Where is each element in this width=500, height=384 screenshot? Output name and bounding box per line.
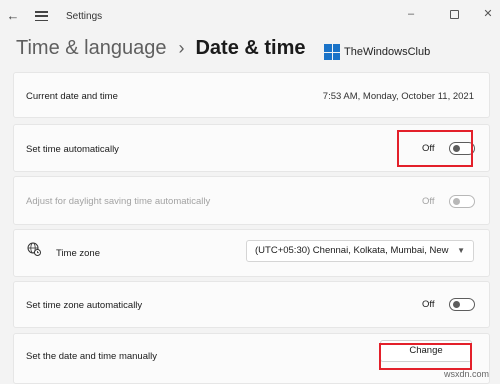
window-title: Settings	[66, 11, 103, 22]
breadcrumb-separator-icon: ›	[178, 37, 185, 58]
current-datetime-value: 7:53 AM, Monday, October 11, 2021	[322, 91, 474, 102]
set-time-zone-auto-label: Set time zone automatically	[26, 300, 143, 311]
set-time-zone-auto-state: Off	[422, 299, 435, 310]
time-zone-select[interactable]: (UTC+05:30) Chennai, Kolkata, Mumbai, Ne…	[246, 240, 474, 262]
set-time-auto-label: Set time automatically	[26, 144, 119, 155]
breadcrumb-parent[interactable]: Time & language	[16, 37, 166, 60]
breadcrumb: Time & language › Date & time	[16, 34, 306, 62]
time-zone-label: Time zone	[56, 248, 100, 259]
daylight-saving-card: Adjust for daylight saving time automati…	[13, 176, 490, 225]
close-button[interactable]: ✕	[476, 4, 500, 24]
toggle-switch-disabled	[448, 195, 475, 208]
chevron-down-icon: ▼	[457, 246, 465, 255]
maximize-icon	[449, 10, 459, 19]
maximize-button[interactable]	[442, 4, 466, 24]
highlight-box-toggle	[397, 130, 473, 167]
watermark-logo-text: TheWindowsClub	[344, 46, 431, 58]
watermark-site: wsxdn.com	[444, 369, 490, 379]
globe-clock-icon	[27, 242, 41, 256]
title-bar: ← Settings – ✕	[0, 0, 500, 32]
daylight-saving-label: Adjust for daylight saving time automati…	[26, 196, 211, 207]
current-datetime-label: Current date and time	[26, 91, 118, 102]
toggle-switch[interactable]	[448, 298, 475, 311]
current-datetime-card: Current date and time 7:53 AM, Monday, O…	[13, 72, 490, 118]
highlight-box-button	[379, 343, 472, 370]
hamburger-icon[interactable]	[35, 11, 48, 22]
minimize-button[interactable]: –	[399, 4, 423, 24]
page-title: Date & time	[195, 36, 306, 59]
windows-logo-icon	[324, 44, 340, 60]
daylight-saving-toggle: Off	[422, 195, 475, 208]
manual-datetime-label: Set the date and time manually	[26, 351, 157, 362]
daylight-saving-state: Off	[422, 196, 435, 207]
watermark-logo: TheWindowsClub	[324, 44, 430, 60]
time-zone-selected: (UTC+05:30) Chennai, Kolkata, Mumbai, Ne…	[255, 245, 449, 256]
set-time-zone-auto-card: Set time zone automatically Off	[13, 281, 490, 328]
back-arrow-icon[interactable]: ←	[6, 9, 20, 23]
time-zone-card: Time zone (UTC+05:30) Chennai, Kolkata, …	[13, 229, 490, 277]
set-time-zone-auto-toggle[interactable]: Off	[422, 298, 475, 311]
